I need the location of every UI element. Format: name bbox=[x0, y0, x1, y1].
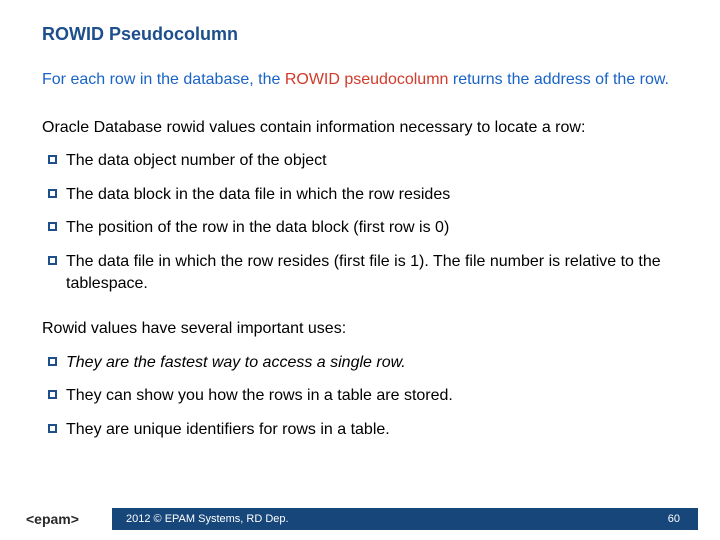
logo: <epam> bbox=[26, 506, 79, 532]
copyright-text: 2012 © EPAM Systems, RD Dep. bbox=[126, 513, 289, 525]
footer: <epam> 2012 © EPAM Systems, RD Dep. 60 bbox=[0, 508, 720, 530]
section1-list: The data object number of the object The… bbox=[42, 150, 678, 294]
list-item: They are unique identifiers for rows in … bbox=[48, 419, 678, 441]
list-item: The position of the row in the data bloc… bbox=[48, 217, 678, 239]
section1-lead: Oracle Database rowid values contain inf… bbox=[42, 117, 678, 139]
slide-title: ROWID Pseudocolumn bbox=[42, 24, 678, 45]
list-item: They are the fastest way to access a sin… bbox=[48, 352, 678, 374]
footer-bar: 2012 © EPAM Systems, RD Dep. 60 bbox=[112, 508, 698, 530]
list-item: The data block in the data file in which… bbox=[48, 184, 678, 206]
section2-lead: Rowid values have several important uses… bbox=[42, 318, 678, 340]
intro-part2: returns the address of the row. bbox=[448, 71, 669, 88]
intro-highlight: ROWID pseudocolumn bbox=[285, 71, 449, 88]
intro-text: For each row in the database, the ROWID … bbox=[42, 69, 678, 91]
logo-text: <epam> bbox=[26, 511, 79, 527]
list-item: The data file in which the row resides (… bbox=[48, 251, 678, 294]
intro-part1: For each row in the database, the bbox=[42, 71, 285, 88]
section2-list: They are the fastest way to access a sin… bbox=[42, 352, 678, 441]
slide: ROWID Pseudocolumn For each row in the d… bbox=[0, 0, 720, 540]
page-number: 60 bbox=[668, 513, 680, 525]
list-item: They can show you how the rows in a tabl… bbox=[48, 385, 678, 407]
list-item: The data object number of the object bbox=[48, 150, 678, 172]
